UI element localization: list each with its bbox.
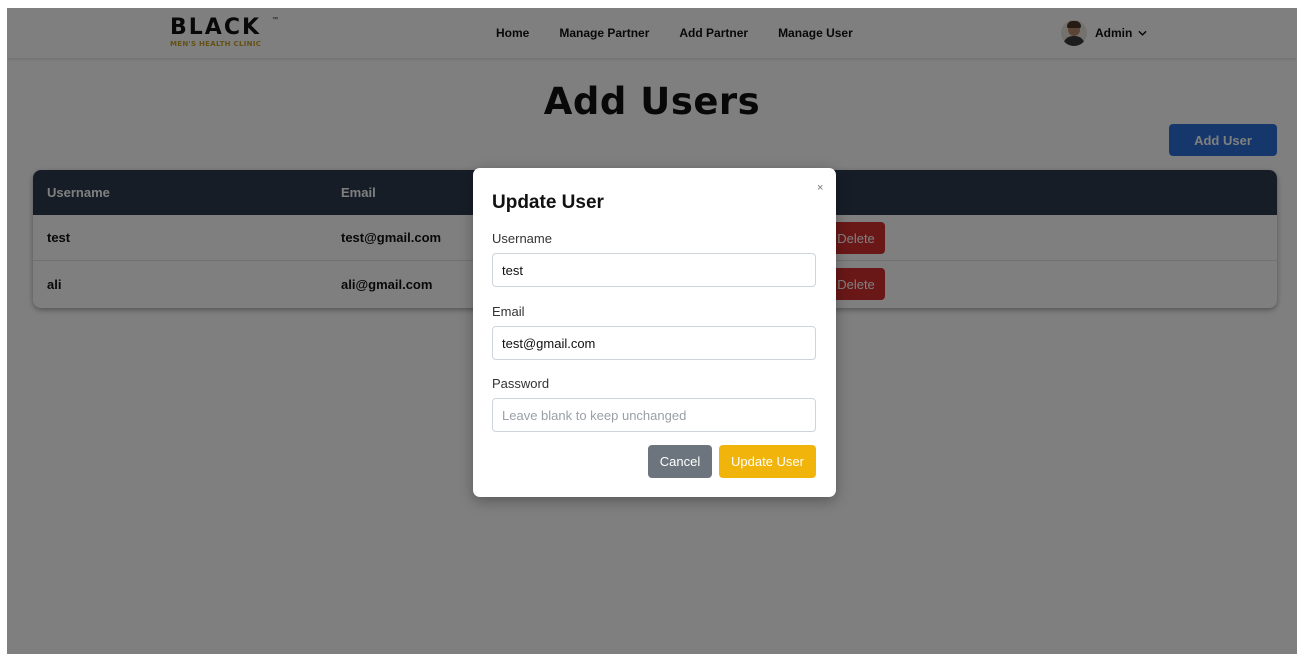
update-user-button[interactable]: Update User (719, 445, 816, 478)
close-icon[interactable]: × (817, 183, 823, 194)
username-input[interactable] (492, 253, 816, 287)
modal-title: Update User (492, 192, 604, 213)
app-frame: BLACK MEN'S HEALTH CLINIC ™ Home Manage … (7, 8, 1297, 654)
password-label: Password (492, 376, 550, 391)
email-input[interactable] (492, 326, 816, 360)
cancel-button[interactable]: Cancel (648, 445, 712, 478)
password-input[interactable] (492, 398, 816, 432)
email-label: Email (492, 304, 525, 319)
username-label: Username (492, 231, 552, 246)
update-user-modal: × Update User Username Email Password Ca… (473, 168, 836, 497)
